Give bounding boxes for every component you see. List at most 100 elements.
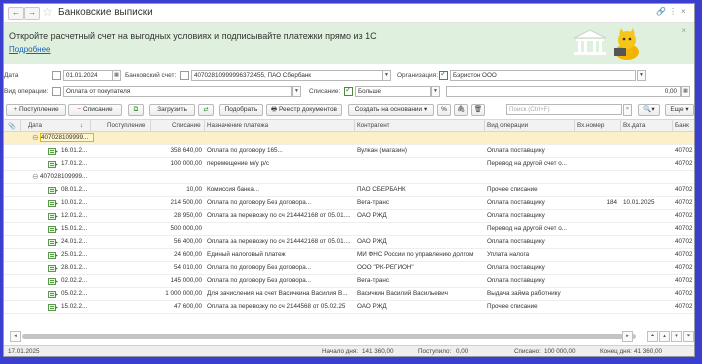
col-date[interactable]: Дата <box>28 122 42 129</box>
table-row[interactable]: 16.01.2... 358 640,00 Оплата по договору 1… <box>4 145 694 158</box>
table-row[interactable]: 02.02.2... 145 000,00 Оплата по договору Б… <box>4 275 694 288</box>
registry-label: Реестр документов <box>278 106 338 113</box>
cell-writeoff: 1 000 000,00 <box>165 290 202 297</box>
table-group-row[interactable]: ⊖ 407028109999... <box>4 132 694 145</box>
forward-button[interactable]: → <box>24 7 40 20</box>
cell-purpose: Оплата за перевозку по сч 214442168 от 0… <box>207 212 351 219</box>
bank-account-dropdown-icon[interactable]: ▼ <box>382 70 391 81</box>
amount-field[interactable]: 0,00 <box>446 86 681 97</box>
cell-purpose: Оплата по договору Без договора... <box>207 199 312 206</box>
menu-dots-icon[interactable]: ⋮ <box>669 7 677 16</box>
collapse-icon[interactable]: ⊖ <box>32 172 39 181</box>
document-posted-icon <box>48 161 58 168</box>
operation-type-dropdown-icon[interactable]: ▼ <box>292 86 301 97</box>
date-checkbox[interactable] <box>52 71 61 80</box>
cell-bank: 40702 <box>675 251 693 258</box>
cell-bank: 40702 <box>675 264 693 271</box>
back-button[interactable]: ← <box>8 7 24 20</box>
cell-date: 28.01.2... <box>61 264 88 271</box>
table-group-row[interactable]: ⊖ 407028109999... <box>4 171 694 184</box>
scroll-top-icon[interactable]: ⏶ <box>647 331 658 342</box>
cell-bank: 40702 <box>675 225 693 232</box>
table-row[interactable]: 28.01.2... 54 010,00 Оплата по договору Бе… <box>4 262 694 275</box>
date-field[interactable]: 01.01.2024 <box>63 70 113 81</box>
operation-type-field[interactable]: Оплата от покупателя <box>63 86 292 97</box>
cell-bank: 40702 <box>675 199 693 206</box>
col-operation[interactable]: Вид операции <box>487 122 528 129</box>
calculator-icon[interactable]: ▦ <box>681 86 690 97</box>
close-icon[interactable]: × <box>681 7 686 16</box>
banner-more-link[interactable]: Подробнее <box>9 45 51 54</box>
scroll-down-icon[interactable]: ▾ <box>671 331 682 342</box>
bank-building-icon <box>573 29 607 55</box>
table-row[interactable]: 15.01.2... 500 000,00 Перевод на другой сч… <box>4 223 694 236</box>
col-in-number[interactable]: Вх.номер <box>577 122 604 129</box>
trash-icon: 🗑 <box>473 106 483 113</box>
bank-account-field[interactable]: 40702810999996372455, ПАО Сбербанк <box>191 70 383 81</box>
banner-close-icon[interactable]: × <box>681 26 686 35</box>
writeoff-condition-field[interactable]: Больше <box>355 86 431 97</box>
scroll-left-icon[interactable]: ◂ <box>10 331 21 342</box>
scroll-bottom-icon[interactable]: ⏷ <box>683 331 694 342</box>
collapse-icon[interactable]: ⊖ <box>32 133 39 142</box>
cell-counterparty: ОАО РЖД <box>357 303 387 310</box>
cell-date: 24.01.2... <box>61 238 88 245</box>
attach-button[interactable]: 🖇 <box>454 104 468 116</box>
writeoff-checkbox[interactable] <box>344 85 353 96</box>
table-row[interactable]: 24.01.2... 56 400,00 Оплата за перевозку п… <box>4 236 694 249</box>
writeoff-button[interactable]: − Списание <box>68 104 122 116</box>
table-row[interactable]: 05.02.2... 1 000 000,00 Для зачисления на … <box>4 288 694 301</box>
copy-button[interactable]: ⧉ <box>128 104 144 116</box>
status-bar: 17.01.2025 Начало дня: 141 360,00 Поступ… <box>4 345 694 356</box>
col-counterparty[interactable]: Контрагент <box>357 122 390 129</box>
cat-mascot-icon <box>614 28 639 60</box>
create-based-button[interactable]: Создать на основании ▾ <box>348 104 434 116</box>
cell-bank: 40702 <box>675 290 693 297</box>
search-clear-icon[interactable]: × <box>623 104 632 116</box>
horizontal-scrollbar[interactable] <box>22 334 636 339</box>
exchange-button[interactable]: ⇄ <box>198 104 214 116</box>
search-input[interactable]: Поиск (Ctrl+F) <box>506 104 622 115</box>
cell-counterparty: ООО "РК-РЕГИОН" <box>357 264 414 271</box>
table-row[interactable]: 15.02.2... 47 600,00 Оплата за перевозку п… <box>4 301 694 314</box>
scroll-up-icon[interactable]: ▴ <box>659 331 670 342</box>
col-incoming[interactable]: Поступление <box>107 122 145 129</box>
favorite-star-icon[interactable]: ☆ <box>42 5 53 19</box>
writeoff-total-value: 100 000,00 <box>544 348 576 355</box>
cell-purpose: Оплата по договору Без договора... <box>207 277 312 284</box>
organization-checkbox[interactable] <box>439 69 448 80</box>
load-button[interactable]: Загрузить <box>149 104 195 116</box>
percent-button[interactable]: % <box>437 104 451 116</box>
calendar-icon[interactable]: ▦ <box>112 70 121 81</box>
cell-operation: Оплата поставщику <box>487 147 545 154</box>
cell-date: 16.01.2... <box>61 147 88 154</box>
table-row[interactable]: 08.01.2... 10,00 Комиссия банка... ПАО СБЕР… <box>4 184 694 197</box>
more-button[interactable]: Еще ▾ <box>665 104 694 116</box>
col-in-date[interactable]: Вх.дата <box>623 122 645 129</box>
window: ← → ☆ Банковские выписки 🔗 ⋮ × Откройте … <box>3 3 695 357</box>
organization-dropdown-icon[interactable]: ▼ <box>637 70 646 81</box>
search-button[interactable]: 🔍▾ <box>638 104 660 116</box>
operation-type-label: Вид операции: <box>4 88 49 95</box>
table-row[interactable]: 17.01.2... 100 000,00 перемещение м/у р/с П… <box>4 158 694 171</box>
operation-type-checkbox[interactable] <box>52 87 61 96</box>
col-writeoff[interactable]: Списание <box>172 122 201 129</box>
incoming-button[interactable]: + Поступление <box>6 104 66 116</box>
table-row[interactable]: 25.01.2... 24 600,00 Единый налоговый плат… <box>4 249 694 262</box>
link-icon[interactable]: 🔗 <box>656 7 666 16</box>
writeoff-condition-dropdown-icon[interactable]: ▼ <box>431 86 440 97</box>
bank-account-checkbox[interactable] <box>180 71 189 80</box>
document-posted-icon <box>48 265 58 272</box>
delete-button[interactable]: 🗑 <box>471 104 485 116</box>
table-row[interactable]: 10.01.2... 214 500,00 Оплата по договору Б… <box>4 197 694 210</box>
sort-icon: ↓ <box>80 122 84 129</box>
col-purpose[interactable]: Назначение платежа <box>207 122 268 129</box>
organization-field[interactable]: Бэристон ООО <box>450 70 636 81</box>
scroll-right-icon[interactable]: ▸ <box>622 331 633 342</box>
pick-button[interactable]: Подобрать <box>219 104 263 116</box>
cell-writeoff: 145 000,00 <box>170 277 202 284</box>
col-bank[interactable]: Банк <box>675 122 689 129</box>
cell-account: 407028109999... <box>40 173 88 180</box>
registry-button[interactable]: 🖶 Реестр документов <box>266 104 342 116</box>
table-row[interactable]: 12.01.2... 28 950,00 Оплата за перевозку п… <box>4 210 694 223</box>
